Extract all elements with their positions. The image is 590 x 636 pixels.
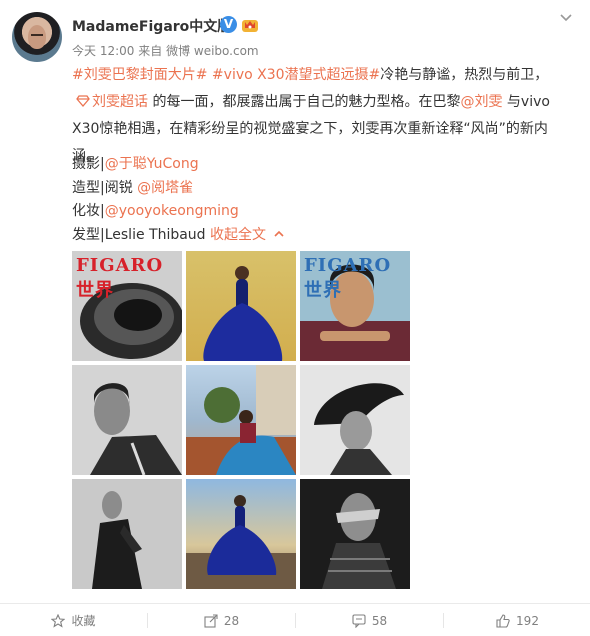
post-text-seg1: 冷艳与静谧，热烈与前卫， bbox=[380, 67, 549, 83]
super-topic-link[interactable]: 刘雯超话 bbox=[72, 94, 148, 110]
comment-icon bbox=[352, 613, 366, 628]
image-thumb[interactable] bbox=[186, 479, 296, 589]
avatar-eyes bbox=[31, 34, 43, 37]
credit-label: 摄影| bbox=[72, 156, 105, 172]
chevron-up-icon bbox=[274, 230, 285, 237]
action-bar: 收藏 28 58 192 bbox=[0, 603, 590, 636]
collapse-text-button[interactable]: 收起全文 bbox=[210, 227, 285, 243]
credit-styling: 造型|阅锐 @阅塔雀 bbox=[72, 177, 572, 201]
credit-photo: 摄影|@于聪YuCong bbox=[72, 153, 572, 177]
credit-hair: 发型|Leslie Thibaud 收起全文 bbox=[72, 224, 572, 248]
image-thumb[interactable] bbox=[186, 365, 296, 475]
post-source[interactable]: 微博 weibo.com bbox=[166, 44, 259, 58]
credit-mention[interactable]: @于聪YuCong bbox=[105, 156, 199, 172]
magazine-logo: FIGARO世界 bbox=[76, 255, 164, 301]
repost-button[interactable]: 28 bbox=[148, 604, 295, 636]
repost-count: 28 bbox=[223, 613, 240, 628]
comment-count: 58 bbox=[371, 613, 388, 628]
image-thumb[interactable] bbox=[186, 251, 296, 361]
vip-crown-icon[interactable] bbox=[240, 14, 260, 34]
verified-badge-icon[interactable]: V bbox=[220, 16, 237, 33]
credit-mention[interactable]: @yooyokeongming bbox=[105, 203, 239, 219]
mask-portrait-photo bbox=[322, 493, 396, 589]
credit-label: 发型|Leslie Thibaud bbox=[72, 226, 211, 243]
like-count: 192 bbox=[516, 613, 539, 628]
source-prefix: 来自 bbox=[138, 44, 163, 58]
gown-photo bbox=[203, 266, 283, 361]
chevron-down-icon[interactable] bbox=[559, 11, 573, 25]
image-thumb[interactable] bbox=[300, 365, 410, 475]
image-thumb[interactable] bbox=[72, 479, 182, 589]
collapse-label: 收起全文 bbox=[210, 226, 267, 243]
post-time[interactable]: 今天 12:00 bbox=[72, 44, 134, 58]
weibo-post-card: MadameFigaro中文版 V 今天 12:00 来自 微博 weibo.c… bbox=[0, 0, 590, 636]
thumbs-up-icon bbox=[496, 613, 510, 628]
magazine-logo: FIGARO世界 bbox=[304, 255, 392, 301]
like-button[interactable]: 192 bbox=[444, 604, 590, 636]
credit-label: 造型|阅锐 bbox=[72, 179, 138, 196]
super-topic-label: 刘雯超话 bbox=[92, 94, 148, 110]
sunset-gown-photo bbox=[186, 495, 296, 589]
credit-label: 化妆| bbox=[72, 203, 105, 219]
star-icon bbox=[51, 613, 66, 628]
bw-portrait-photo bbox=[90, 383, 182, 475]
credit-makeup: 化妆|@yooyokeongming bbox=[72, 200, 572, 224]
favorite-label: 收藏 bbox=[71, 614, 96, 628]
post-meta: 今天 12:00 来自 微博 weibo.com bbox=[72, 42, 259, 59]
image-grid: FIGARO世界 FIGARO世界 bbox=[72, 251, 412, 589]
image-thumb[interactable] bbox=[300, 479, 410, 589]
repost-icon bbox=[204, 613, 218, 628]
avatar-face bbox=[28, 25, 46, 49]
diamond-topic-icon bbox=[76, 95, 90, 107]
credits: 摄影|@于聪YuCong 造型|阅锐 @阅塔雀 化妆|@yooyokeongmi… bbox=[72, 153, 572, 247]
sequin-jacket-photo bbox=[92, 491, 142, 589]
favorite-button[interactable]: 收藏 bbox=[0, 604, 147, 636]
credit-mention[interactable]: @阅塔雀 bbox=[137, 180, 193, 196]
image-thumb[interactable]: FIGARO世界 bbox=[72, 251, 182, 361]
username[interactable]: MadameFigaro中文版 bbox=[72, 16, 231, 36]
topic-tag-2[interactable]: #vivo X30潜望式超远摄# bbox=[212, 67, 380, 83]
image-thumb[interactable] bbox=[72, 365, 182, 475]
comment-button[interactable]: 58 bbox=[296, 604, 443, 636]
mention-liuwen[interactable]: @刘雯 bbox=[460, 94, 502, 110]
topic-tag-1[interactable]: #刘雯巴黎封面大片# bbox=[72, 67, 207, 83]
avatar[interactable] bbox=[12, 12, 62, 62]
hat-portrait-photo bbox=[314, 383, 404, 475]
image-thumb[interactable]: FIGARO世界 bbox=[300, 251, 410, 361]
rooftop-photo bbox=[186, 365, 296, 475]
post-text-seg2: 的每一面，都展露出属于自己的魅力型格。在巴黎 bbox=[148, 94, 461, 110]
